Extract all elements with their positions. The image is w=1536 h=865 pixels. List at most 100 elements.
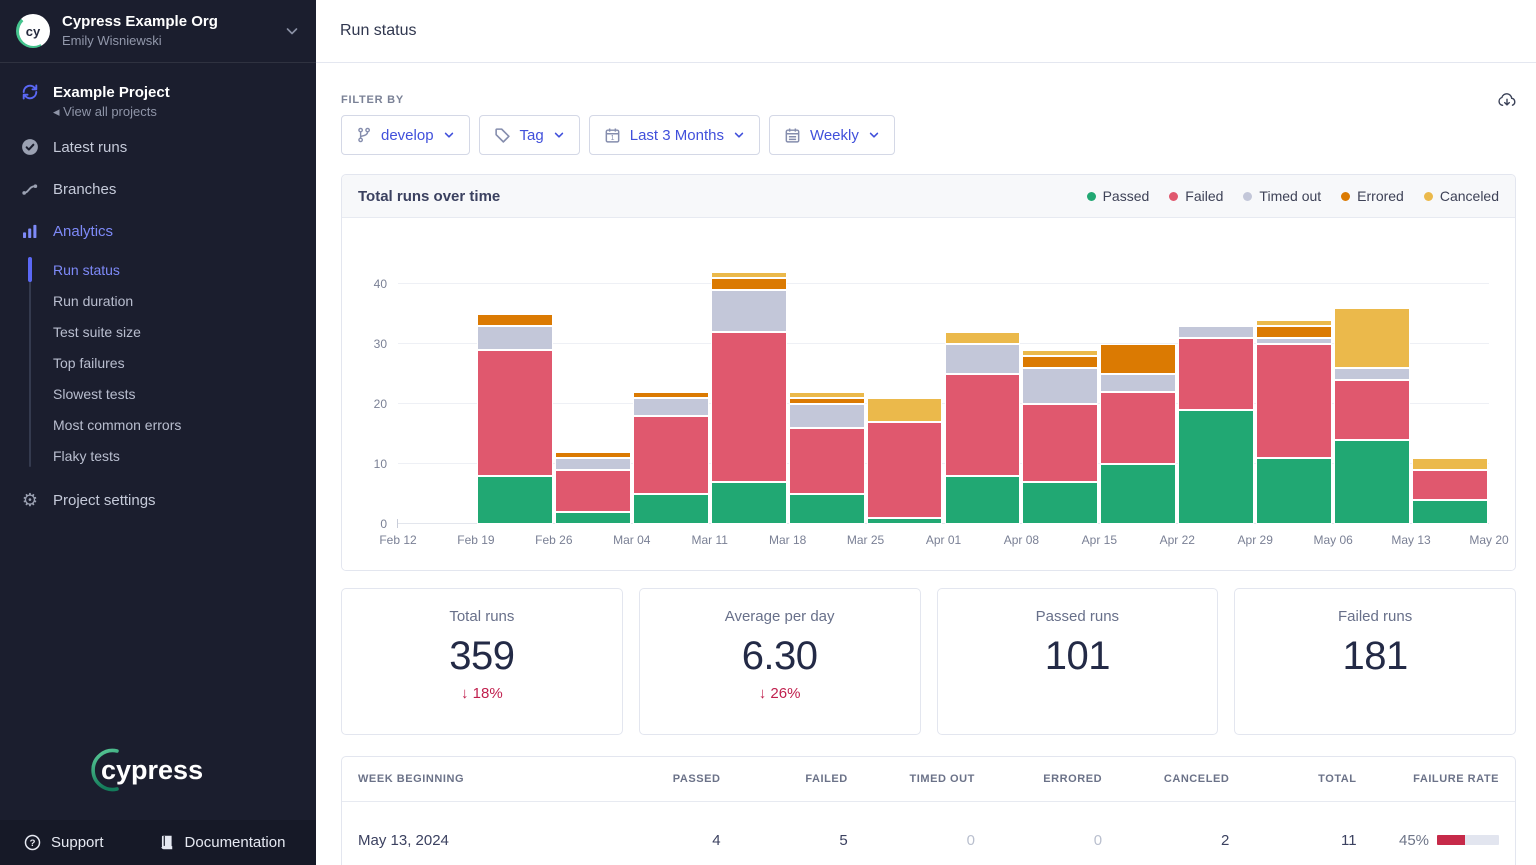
- table-header-row: WEEK BEGINNINGPASSEDFAILEDTIMED OUTERROR…: [342, 757, 1515, 802]
- sidebar-item-analytics[interactable]: Analytics: [0, 210, 316, 252]
- content: FILTER BY developTag1Last 3 MonthsWeekly…: [316, 63, 1536, 865]
- view-all-projects-link[interactable]: ◂ View all projects: [53, 104, 296, 120]
- x-axis-label: May 13: [1391, 533, 1430, 547]
- bar-week-apr-01[interactable]: [945, 332, 1021, 524]
- bar-segment-errored: [1256, 326, 1332, 338]
- stat-card-average-per-day: Average per day6.30↓ 26%: [639, 588, 921, 735]
- org-avatar: cy: [16, 14, 50, 48]
- x-axis-label: Feb 26: [535, 533, 572, 547]
- table-row[interactable]: May 13, 2024450021145%: [342, 802, 1515, 865]
- filter-last-3-months-button[interactable]: 1 Last 3 Months: [589, 115, 760, 155]
- cloud-download-icon[interactable]: [1497, 91, 1517, 114]
- bar-segment-errored: [1100, 344, 1176, 374]
- sidebar: cy Cypress Example Org Emily Wisniewski …: [0, 0, 316, 865]
- documentation-link[interactable]: Documentation: [158, 834, 286, 851]
- sidebar-subitem-flaky-tests[interactable]: Flaky tests: [0, 440, 316, 471]
- sidebar-item-label: Analytics: [53, 223, 113, 240]
- bar-week-feb-19[interactable]: [477, 314, 553, 524]
- bar-week-mar-11[interactable]: [711, 272, 787, 524]
- y-axis-label: 0: [380, 517, 387, 531]
- bar-segment-canceled: [1334, 308, 1410, 368]
- bar-week-apr-15[interactable]: [1100, 344, 1176, 524]
- bar-week-may-13[interactable]: [1412, 458, 1488, 524]
- bar-week-feb-26[interactable]: [555, 452, 631, 524]
- filter-tag-button[interactable]: Tag: [479, 115, 580, 155]
- legend-item-errored[interactable]: Errored: [1341, 188, 1404, 204]
- bar-week-mar-04[interactable]: [633, 392, 709, 524]
- x-axis-label: Mar 11: [691, 533, 727, 547]
- sync-icon: [20, 83, 40, 101]
- legend-item-canceled[interactable]: Canceled: [1424, 188, 1499, 204]
- bar-chart-icon: [20, 222, 40, 240]
- bar-week-mar-18[interactable]: [789, 392, 865, 524]
- bar-segment-timed-out: [1178, 326, 1254, 338]
- chevron-down-icon: [443, 129, 455, 141]
- sidebar-item-latest-runs[interactable]: Latest runs: [0, 126, 316, 168]
- sidebar-subitem-top-failures[interactable]: Top failures: [0, 347, 316, 378]
- org-switcher[interactable]: cy Cypress Example Org Emily Wisniewski: [0, 0, 316, 63]
- legend-label: Canceled: [1440, 188, 1499, 204]
- legend-item-failed[interactable]: Failed: [1169, 188, 1223, 204]
- filter-weekly-button[interactable]: Weekly: [769, 115, 895, 155]
- filter-button-label: Last 3 Months: [630, 127, 724, 144]
- stat-value: 181: [1343, 634, 1408, 678]
- bar-segment-passed: [477, 476, 553, 524]
- sidebar-subitem-run-duration[interactable]: Run duration: [0, 285, 316, 316]
- column-header-failure-rate: FAILURE RATE: [1357, 773, 1499, 785]
- sidebar-subitem-run-status[interactable]: Run status: [0, 254, 316, 285]
- app-root: cy Cypress Example Org Emily Wisniewski …: [0, 0, 1536, 865]
- svg-text:1: 1: [610, 135, 614, 142]
- check-circle-icon: [20, 138, 40, 156]
- stat-card-passed-runs: Passed runs101: [937, 588, 1219, 735]
- analytics-subnav: Run statusRun durationTest suite sizeTop…: [0, 254, 316, 471]
- sidebar-subitem-most-common-errors[interactable]: Most common errors: [0, 409, 316, 440]
- calendar-icon: 1: [604, 127, 621, 144]
- calendar-week-icon: [784, 127, 801, 144]
- y-axis-label: 40: [374, 277, 387, 291]
- filter-button-label: Weekly: [810, 127, 859, 144]
- support-label: Support: [51, 834, 104, 851]
- svg-text:?: ?: [30, 838, 36, 849]
- cell-total: 11: [1229, 832, 1356, 849]
- bar-segment-passed: [1256, 458, 1332, 524]
- x-axis-label: Apr 15: [1082, 533, 1117, 547]
- cell-failure_rate: 45%: [1357, 832, 1499, 849]
- bar-segment-failed: [477, 350, 553, 476]
- bar-segment-failed: [711, 332, 787, 482]
- filter-develop-button[interactable]: develop: [341, 115, 470, 155]
- sidebar-item-branches[interactable]: Branches: [0, 168, 316, 210]
- bar-segment-timed-out: [633, 398, 709, 416]
- total-runs-panel: Total runs over time PassedFailedTimed o…: [341, 174, 1516, 571]
- stat-label: Average per day: [725, 608, 835, 625]
- legend-item-timed-out[interactable]: Timed out: [1243, 188, 1321, 204]
- bar-segment-failed: [1178, 338, 1254, 410]
- back-triangle-icon: ◂: [53, 104, 60, 119]
- column-header-week-beginning: WEEK BEGINNING: [358, 773, 593, 785]
- bar-week-apr-22[interactable]: [1178, 326, 1254, 524]
- bar-segment-passed: [867, 518, 943, 524]
- sidebar-item-project[interactable]: Example Project ◂ View all projects: [0, 77, 316, 126]
- stats-row: Total runs359↓ 18%Average per day6.30↓ 2…: [341, 588, 1516, 735]
- bar-segment-errored: [1022, 356, 1098, 368]
- sidebar-subitem-slowest-tests[interactable]: Slowest tests: [0, 378, 316, 409]
- bar-segment-failed: [945, 374, 1021, 476]
- question-circle-icon: ?: [24, 834, 41, 851]
- bar-week-mar-25[interactable]: [867, 398, 943, 524]
- legend-label: Failed: [1185, 188, 1223, 204]
- cypress-wordmark: cypress: [101, 755, 203, 785]
- x-axis-label: Feb 19: [457, 533, 494, 547]
- bar-week-apr-08[interactable]: [1022, 350, 1098, 524]
- bar-week-apr-29[interactable]: [1256, 320, 1332, 524]
- stat-value: 6.30: [742, 634, 818, 678]
- bar-segment-passed: [1412, 500, 1488, 524]
- bar-segment-timed-out: [555, 458, 631, 470]
- book-icon: [158, 834, 175, 851]
- cell-canceled: 2: [1102, 832, 1229, 849]
- support-link[interactable]: ? Support: [24, 834, 104, 851]
- sidebar-subitem-test-suite-size[interactable]: Test suite size: [0, 316, 316, 347]
- sidebar-item-project-settings[interactable]: ⚙ Project settings: [0, 479, 316, 521]
- bar-week-may-06[interactable]: [1334, 308, 1410, 524]
- bar-segment-passed: [1100, 464, 1176, 524]
- legend-item-passed[interactable]: Passed: [1087, 188, 1150, 204]
- failure-rate-value: 45%: [1399, 832, 1429, 849]
